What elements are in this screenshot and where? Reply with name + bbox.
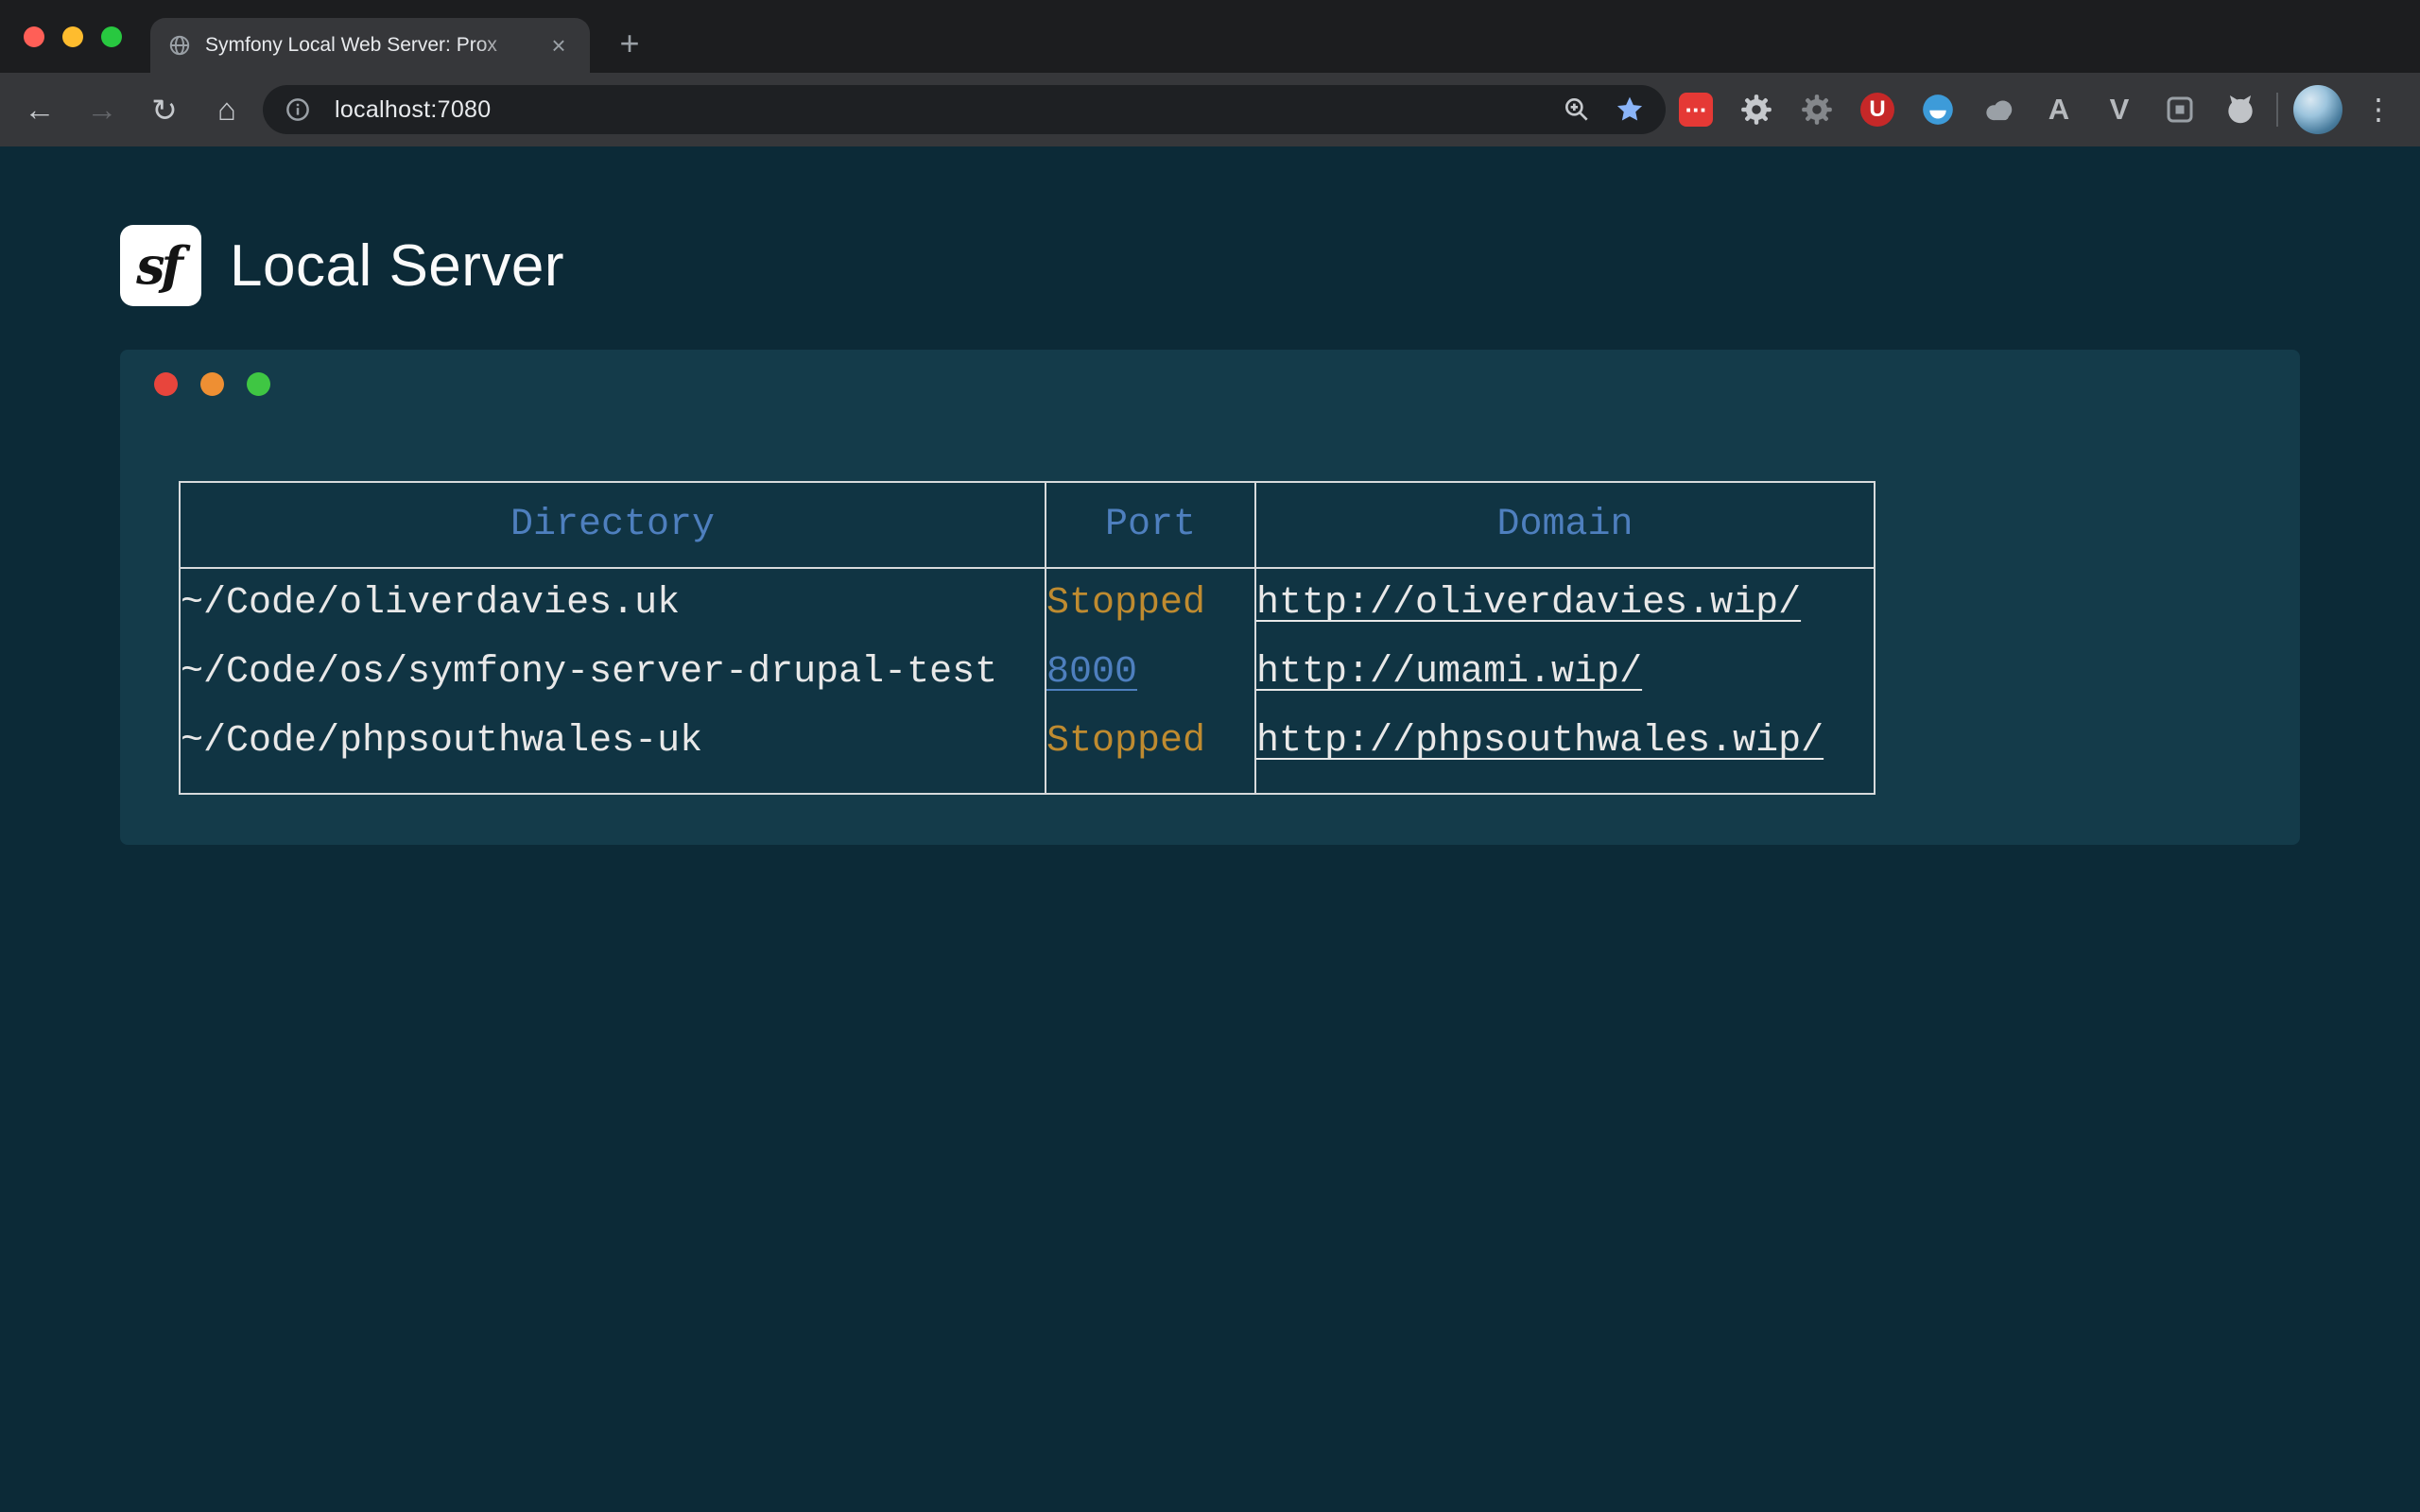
domain-cell: http://umami.wip/ bbox=[1255, 638, 1875, 707]
port-status: Stopped bbox=[1046, 720, 1205, 763]
github-extension-icon[interactable] bbox=[2220, 89, 2261, 130]
extensions-row: ··· bbox=[1675, 89, 2261, 130]
browser-menu-button[interactable]: ⋮ bbox=[2352, 83, 2405, 136]
table-header-row: Directory Port Domain bbox=[180, 482, 1875, 568]
domain-cell: http://oliverdavies.wip/ bbox=[1255, 568, 1875, 638]
domain-cell: http://phpsouthwales.wip/ bbox=[1255, 707, 1875, 794]
domain-link[interactable]: http://phpsouthwales.wip/ bbox=[1256, 720, 1824, 763]
letter-v-extension-icon[interactable]: V bbox=[2099, 89, 2140, 130]
column-header-directory: Directory bbox=[180, 482, 1046, 568]
page-content: sf Local Server Directory Port Domain ~/… bbox=[0, 146, 2420, 1512]
table-row: ~/Code/os/symfony-server-drupal-test 800… bbox=[180, 638, 1875, 707]
panel-dot-orange bbox=[200, 372, 224, 396]
url-text[interactable]: localhost:7080 bbox=[335, 96, 1539, 124]
red-menu-extension-icon[interactable]: ··· bbox=[1675, 89, 1717, 130]
globe-favicon-icon bbox=[167, 33, 192, 58]
port-cell: Stopped bbox=[1046, 568, 1255, 638]
column-header-domain: Domain bbox=[1255, 482, 1875, 568]
gear-light-extension-icon[interactable] bbox=[1736, 89, 1777, 130]
reload-button[interactable]: ↻ bbox=[138, 83, 191, 136]
tab-strip: Symfony Local Web Server: Prox × + bbox=[0, 0, 2420, 73]
table-row: ~/Code/phpsouthwales-uk Stopped http://p… bbox=[180, 707, 1875, 794]
port-cell: 8000 bbox=[1046, 638, 1255, 707]
tab-close-icon[interactable]: × bbox=[544, 31, 573, 60]
browser-window: Symfony Local Web Server: Prox × + ← → ↻… bbox=[0, 0, 2420, 146]
bookmark-star-icon[interactable] bbox=[1615, 94, 1645, 125]
address-bar[interactable]: localhost:7080 bbox=[263, 85, 1666, 134]
square-extension-icon[interactable] bbox=[2159, 89, 2201, 130]
symfony-logo: sf bbox=[120, 225, 201, 306]
browser-tab[interactable]: Symfony Local Web Server: Prox × bbox=[150, 18, 590, 73]
directory-cell: ~/Code/phpsouthwales-uk bbox=[180, 707, 1046, 794]
port-cell: Stopped bbox=[1046, 707, 1255, 794]
table-row: ~/Code/oliverdavies.uk Stopped http://ol… bbox=[180, 568, 1875, 638]
directory-cell: ~/Code/oliverdavies.uk bbox=[180, 568, 1046, 638]
profile-avatar[interactable] bbox=[2293, 85, 2342, 134]
zoom-indicator-icon[interactable] bbox=[1562, 94, 1592, 125]
ublock-extension-icon[interactable]: U bbox=[1857, 89, 1898, 130]
close-window-button[interactable] bbox=[24, 26, 44, 47]
toolbar-divider bbox=[2276, 93, 2278, 127]
directory-cell: ~/Code/os/symfony-server-drupal-test bbox=[180, 638, 1046, 707]
back-button[interactable]: ← bbox=[13, 83, 66, 136]
browser-toolbar: ← → ↻ ⌂ localhost:7080 bbox=[0, 73, 2420, 146]
tab-title: Symfony Local Web Server: Prox bbox=[205, 34, 531, 57]
gear-dark-extension-icon[interactable] bbox=[1796, 89, 1838, 130]
panel-window-dots bbox=[154, 372, 2300, 396]
new-tab-button[interactable]: + bbox=[609, 23, 650, 64]
home-button[interactable]: ⌂ bbox=[200, 83, 253, 136]
brand-header: sf Local Server bbox=[120, 225, 2420, 306]
panel-dot-green bbox=[247, 372, 270, 396]
domain-link[interactable]: http://umami.wip/ bbox=[1256, 651, 1642, 694]
cloud-extension-icon[interactable] bbox=[1978, 89, 2019, 130]
servers-table: Directory Port Domain ~/Code/oliverdavie… bbox=[179, 481, 1876, 795]
port-status: Stopped bbox=[1046, 582, 1205, 625]
minimize-window-button[interactable] bbox=[62, 26, 83, 47]
site-info-icon[interactable] bbox=[284, 95, 312, 124]
fullscreen-window-button[interactable] bbox=[101, 26, 122, 47]
traffic-lights bbox=[0, 26, 150, 47]
server-panel: Directory Port Domain ~/Code/oliverdavie… bbox=[120, 350, 2300, 845]
forward-button[interactable]: → bbox=[76, 83, 129, 136]
column-header-port: Port bbox=[1046, 482, 1255, 568]
panel-dot-red bbox=[154, 372, 178, 396]
letter-a-extension-icon[interactable]: A bbox=[2038, 89, 2080, 130]
blue-circle-extension-icon[interactable] bbox=[1917, 89, 1959, 130]
page-title: Local Server bbox=[230, 232, 564, 300]
domain-link[interactable]: http://oliverdavies.wip/ bbox=[1256, 582, 1801, 625]
port-link[interactable]: 8000 bbox=[1046, 651, 1137, 694]
